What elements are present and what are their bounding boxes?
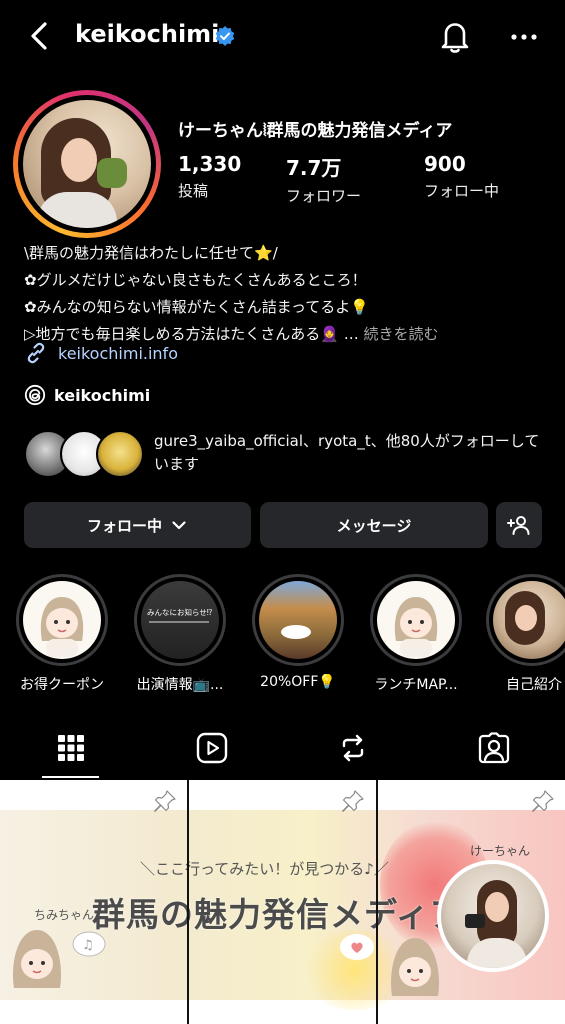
tab-tagged[interactable] [423, 718, 564, 778]
posts-stat[interactable]: 1,330 投稿 [178, 152, 241, 201]
highlight-cover [493, 581, 565, 659]
bell-icon[interactable] [436, 17, 474, 55]
verified-badge-icon [215, 26, 235, 46]
chevron-left-icon[interactable] [22, 18, 58, 54]
threads-icon [24, 384, 46, 406]
highlight-label: お得クーポン [20, 677, 104, 693]
following-button[interactable]: フォロー中 [24, 502, 251, 548]
followers-count: 7.7万 [286, 156, 342, 180]
link-icon [27, 342, 45, 364]
highlight-cover [259, 581, 337, 659]
reels-icon [196, 732, 227, 764]
bio-more-link[interactable]: 続きを読む [363, 325, 438, 343]
grid-post[interactable] [0, 780, 187, 1024]
bio-line: ✿グルメだけじゃない良さもたくさんあるところ！ [24, 271, 367, 289]
posts-label: 投稿 [178, 182, 209, 200]
following-count: 900 [424, 152, 466, 176]
highlight-item[interactable]: 自己紹介 [486, 574, 565, 694]
following-label: フォロー中 [424, 182, 500, 200]
highlight-label: ランチMAP... [374, 677, 458, 693]
highlight-label: 自己紹介 [506, 677, 562, 693]
grid-icon [57, 735, 84, 761]
posts-count: 1,330 [178, 152, 242, 176]
repost-icon [342, 734, 363, 762]
profile-bio: \群馬の魅力発信はわたしに任せて⭐/ ✿グルメだけじゃない良さもたくさんあるとこ… [24, 240, 554, 348]
character-illustration [394, 597, 438, 657]
profile-link[interactable]: keikochimi.info [24, 340, 178, 366]
following-stat[interactable]: 900 フォロー中 [424, 152, 499, 201]
more-horizontal-icon[interactable] [507, 22, 541, 52]
threads-badge[interactable]: keikochimi [24, 382, 150, 408]
highlight-item[interactable]: ランチMAP... [368, 574, 464, 694]
post-grid: ＼ここ行ってみたい！が見つかる♪／ 群馬の魅力発信メディア ちみちゃん けーちゃ… [0, 780, 565, 1024]
profile-username: keikochimi [75, 20, 220, 48]
highlight-label: 20%OFF💡 [260, 674, 336, 690]
grid-post[interactable] [189, 780, 376, 1024]
highlight-item[interactable]: みんなにお知らせ⁉ 出演情報📺... [132, 574, 228, 694]
bio-line: \群馬の魅力発信はわたしに任せて⭐/ [24, 244, 278, 262]
mutual-followers-text: gure3_yaiba_official、ryota_t、他80人がフォローして… [154, 432, 540, 473]
profile-avatar[interactable] [13, 90, 161, 238]
highlight-cover: みんなにお知らせ⁉ [141, 581, 219, 659]
top-bar: keikochimi [0, 0, 565, 76]
avatar-photo [23, 100, 151, 228]
suggested-users-button[interactable] [496, 502, 542, 548]
profile-tabs [0, 718, 565, 778]
tab-reposts[interactable] [282, 718, 423, 778]
character-illustration [40, 597, 84, 657]
active-tab-indicator [42, 776, 99, 778]
tab-reels[interactable] [141, 718, 282, 778]
grid-post[interactable] [378, 780, 565, 1024]
tagged-icon [478, 732, 509, 764]
highlight-item[interactable]: 20%OFF💡 [250, 574, 346, 690]
bio-line: ✿みんなの知らない情報がたくさん詰まってるよ💡 [24, 298, 369, 316]
threads-username: keikochimi [54, 385, 151, 405]
followers-label: フォロワー [286, 187, 362, 205]
highlight-item[interactable]: お得クーポン [14, 574, 110, 694]
highlight-label: 出演情報📺... [136, 677, 224, 693]
tab-posts-grid[interactable] [0, 718, 141, 778]
mutual-followers[interactable]: gure3_yaiba_official、ryota_t、他80人がフォローして… [24, 428, 554, 480]
avatar [96, 430, 144, 478]
highlight-cover [377, 581, 455, 659]
chevron-down-icon [172, 521, 186, 530]
message-button[interactable]: メッセージ [260, 502, 488, 548]
highlight-cover [23, 581, 101, 659]
profile-full-name: けーちゃん⦚群馬の魅力発信メディア [178, 121, 453, 141]
add-user-icon [507, 516, 530, 535]
profile-link-text: keikochimi.info [58, 343, 178, 363]
followers-stat[interactable]: 7.7万 フォロワー [286, 152, 361, 206]
